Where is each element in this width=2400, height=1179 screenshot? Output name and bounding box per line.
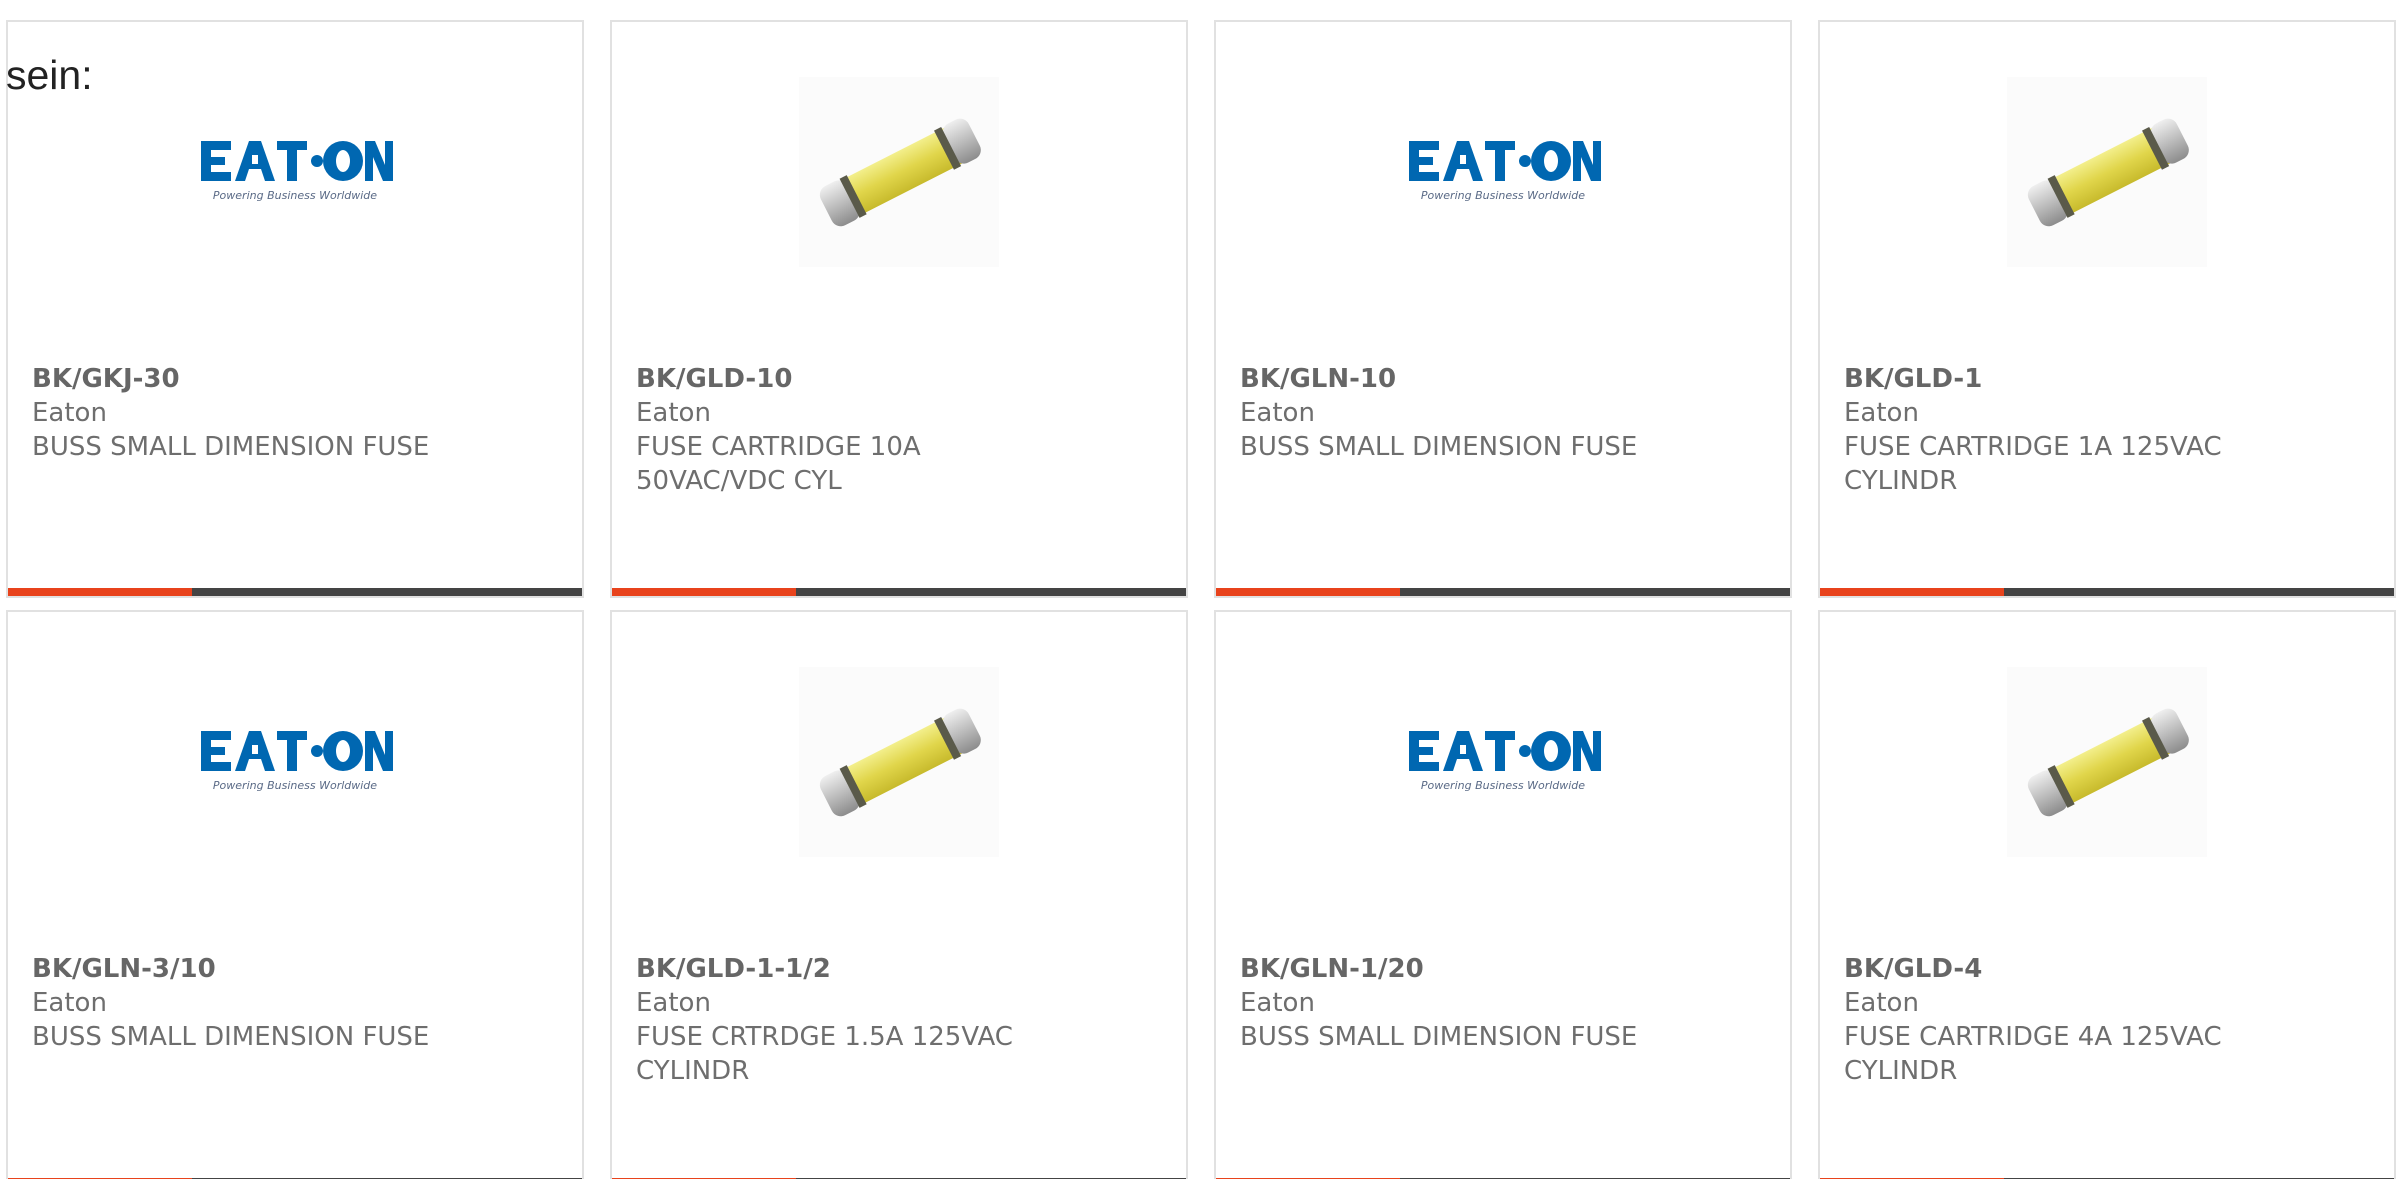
product-description: BUSS SMALL DIMENSION FUSE bbox=[32, 432, 430, 462]
product-part-number[interactable]: BK/GLD-4 bbox=[1844, 952, 2370, 986]
eaton-logo-image[interactable]: Powering Business Worldwide bbox=[1216, 62, 1790, 282]
product-manufacturer: Eaton bbox=[1240, 988, 1315, 1018]
product-part-number[interactable]: BK/GLN-10 bbox=[1240, 362, 1766, 396]
product-info: BK/GLN-3/10 Eaton BUSS SMALL DIMENSION FUS… bbox=[32, 952, 558, 1054]
product-card-bk-gln-10[interactable]: Powering Business Worldwide BK/GLN-10 Eat… bbox=[1214, 20, 1792, 598]
product-info: BK/GLD-10 Eaton FUSE CARTRIDGE 10A 50VAC/V… bbox=[636, 362, 1162, 498]
card-bottom-bar bbox=[1820, 588, 2394, 596]
card-bottom-bar bbox=[612, 588, 1186, 596]
product-card-bk-gld-1-1-2[interactable]: BK/GLD-1-1/2 Eaton FUSE CRTRDGE 1.5A 125VA… bbox=[610, 610, 1188, 1179]
product-part-number[interactable]: BK/GKJ-30 bbox=[32, 362, 558, 396]
product-card-bk-gld-1[interactable]: BK/GLD-1 Eaton FUSE CARTRIDGE 1A 125VAC CY… bbox=[1818, 20, 2396, 598]
page-text-fragment: sein: bbox=[6, 52, 93, 98]
product-description: FUSE CARTRIDGE 4A 125VAC CYLINDR bbox=[1844, 1022, 2222, 1086]
card-dark-bar bbox=[2004, 588, 2394, 596]
product-info: BK/GKJ-30 Eaton BUSS SMALL DIMENSION FUSE bbox=[32, 362, 558, 464]
product-card-bk-gln-3-10[interactable]: Powering Business Worldwide BK/GLN-3/10 E… bbox=[6, 610, 584, 1179]
svg-text:Powering Business Worldwide: Powering Business Worldwide bbox=[1421, 189, 1585, 202]
fuse-cartridge-image[interactable] bbox=[1820, 62, 2394, 282]
product-card-bk-gkj-30[interactable]: Powering Business Worldwide BK/GKJ-30 Eat… bbox=[6, 20, 584, 598]
product-description: BUSS SMALL DIMENSION FUSE bbox=[1240, 432, 1638, 462]
product-part-number[interactable]: BK/GLN-1/20 bbox=[1240, 952, 1766, 986]
svg-text:Powering Business Worldwide: Powering Business Worldwide bbox=[213, 779, 377, 792]
card-accent-bar bbox=[1216, 588, 1400, 596]
product-card-bk-gln-1-20[interactable]: Powering Business Worldwide BK/GLN-1/20 E… bbox=[1214, 610, 1792, 1179]
card-bottom-bar bbox=[8, 588, 582, 596]
product-manufacturer: Eaton bbox=[32, 988, 107, 1018]
svg-text:Powering Business Worldwide: Powering Business Worldwide bbox=[213, 189, 377, 202]
product-part-number[interactable]: BK/GLD-1-1/2 bbox=[636, 952, 1162, 986]
product-grid-page: sein: Powering Business Worldwide BK/GKJ… bbox=[0, 0, 2400, 1179]
fuse-cartridge-image[interactable] bbox=[612, 652, 1186, 872]
card-bottom-bar bbox=[1216, 588, 1790, 596]
product-card-bk-gld-4[interactable]: BK/GLD-4 Eaton FUSE CARTRIDGE 4A 125VAC CY… bbox=[1818, 610, 2396, 1179]
product-part-number[interactable]: BK/GLD-1 bbox=[1844, 362, 2370, 396]
product-info: BK/GLD-1 Eaton FUSE CARTRIDGE 1A 125VAC CY… bbox=[1844, 362, 2370, 498]
product-info: BK/GLD-1-1/2 Eaton FUSE CRTRDGE 1.5A 125VA… bbox=[636, 952, 1162, 1088]
product-description: FUSE CARTRIDGE 1A 125VAC CYLINDR bbox=[1844, 432, 2222, 496]
product-manufacturer: Eaton bbox=[1844, 988, 1919, 1018]
card-accent-bar bbox=[8, 588, 192, 596]
card-dark-bar bbox=[1400, 588, 1790, 596]
product-manufacturer: Eaton bbox=[1240, 398, 1315, 428]
product-description: BUSS SMALL DIMENSION FUSE bbox=[32, 1022, 430, 1052]
product-description: FUSE CRTRDGE 1.5A 125VAC CYLINDR bbox=[636, 1022, 1013, 1086]
product-description: FUSE CARTRIDGE 10A 50VAC/VDC CYL bbox=[636, 432, 921, 496]
eaton-logo-image[interactable]: Powering Business Worldwide bbox=[1216, 652, 1790, 872]
product-description: BUSS SMALL DIMENSION FUSE bbox=[1240, 1022, 1638, 1052]
product-manufacturer: Eaton bbox=[636, 398, 711, 428]
product-part-number[interactable]: BK/GLN-3/10 bbox=[32, 952, 558, 986]
eaton-logo-image[interactable]: Powering Business Worldwide bbox=[8, 652, 582, 872]
product-card-bk-gld-10[interactable]: BK/GLD-10 Eaton FUSE CARTRIDGE 10A 50VAC/V… bbox=[610, 20, 1188, 598]
card-dark-bar bbox=[192, 588, 582, 596]
fuse-cartridge-image[interactable] bbox=[612, 62, 1186, 282]
card-accent-bar bbox=[612, 588, 796, 596]
product-part-number[interactable]: BK/GLD-10 bbox=[636, 362, 1162, 396]
product-manufacturer: Eaton bbox=[1844, 398, 1919, 428]
product-info: BK/GLD-4 Eaton FUSE CARTRIDGE 4A 125VAC CY… bbox=[1844, 952, 2370, 1088]
product-manufacturer: Eaton bbox=[636, 988, 711, 1018]
product-info: BK/GLN-1/20 Eaton BUSS SMALL DIMENSION FUS… bbox=[1240, 952, 1766, 1054]
product-manufacturer: Eaton bbox=[32, 398, 107, 428]
svg-text:Powering Business Worldwide: Powering Business Worldwide bbox=[1421, 779, 1585, 792]
card-dark-bar bbox=[796, 588, 1186, 596]
fuse-cartridge-image[interactable] bbox=[1820, 652, 2394, 872]
eaton-logo-image[interactable]: Powering Business Worldwide bbox=[8, 62, 582, 282]
product-info: BK/GLN-10 Eaton BUSS SMALL DIMENSION FUSE bbox=[1240, 362, 1766, 464]
card-accent-bar bbox=[1820, 588, 2004, 596]
